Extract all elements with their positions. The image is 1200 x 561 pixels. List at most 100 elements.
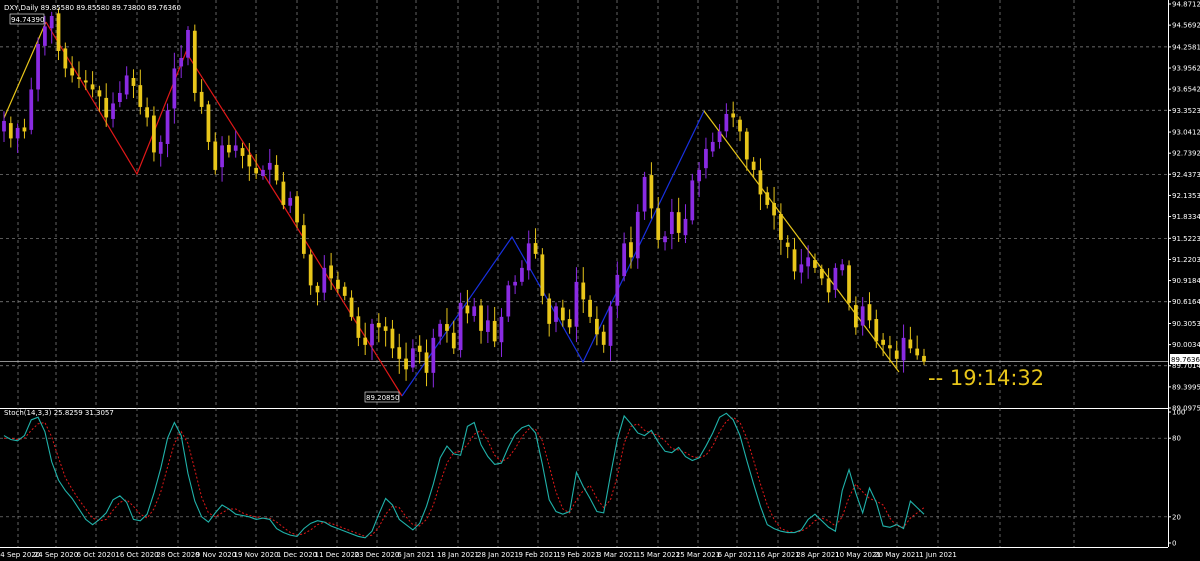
candle: [233, 130, 238, 158]
candle: [485, 305, 490, 343]
candle: [158, 135, 163, 167]
candle-body: [390, 328, 395, 349]
candle: [49, 11, 54, 44]
candle: [152, 106, 156, 162]
candle-body: [124, 75, 129, 95]
candle: [295, 191, 299, 228]
candle-body: [465, 305, 470, 314]
candle-body: [49, 15, 54, 29]
price-tick-label: 91.52230: [1172, 235, 1200, 243]
candle-body: [799, 264, 804, 273]
candle-body: [192, 30, 197, 93]
candle-body: [424, 352, 429, 373]
candle-body: [36, 43, 40, 90]
candle-body: [63, 48, 68, 69]
candle: [15, 123, 20, 153]
candle-body: [901, 337, 906, 361]
candle-body: [642, 176, 647, 212]
candle: [663, 231, 667, 251]
candle-body: [813, 260, 817, 268]
candle: [117, 81, 122, 108]
candle-body: [547, 298, 552, 324]
candle-body: [267, 162, 272, 170]
candle-body: [172, 68, 177, 109]
candle-body: [247, 154, 252, 167]
x-axis-label: 16 Oct 2020: [115, 551, 158, 559]
current-price-label: 89.76360: [1171, 356, 1200, 364]
candle-body: [581, 282, 586, 300]
candle: [479, 299, 483, 344]
candle-body: [669, 211, 674, 235]
candle-body: [676, 212, 681, 233]
candle: [111, 92, 115, 128]
candle: [342, 282, 347, 301]
candle: [138, 69, 143, 115]
x-axis-label: 6 Jan 2021: [397, 551, 435, 559]
candle: [717, 124, 722, 149]
price-tick-label: 93.04120: [1172, 129, 1200, 137]
candle-body: [206, 104, 211, 142]
candle-body: [554, 306, 558, 322]
candle: [56, 8, 61, 61]
candle-body: [227, 144, 231, 153]
stoch-tick-label: 20: [1172, 513, 1181, 521]
candle-body: [56, 13, 61, 51]
candle-body: [690, 180, 695, 221]
candle: [165, 103, 170, 158]
candle-body: [697, 169, 701, 182]
candle: [404, 342, 408, 381]
candle-body: [77, 77, 81, 79]
x-axis-label: 23 Dec 2020: [355, 551, 400, 559]
candle: [220, 136, 224, 182]
candle: [615, 261, 620, 319]
candle: [649, 162, 654, 219]
candle-body: [97, 90, 102, 97]
price-tick-label: 93.35230: [1172, 107, 1200, 115]
candle-body: [179, 57, 184, 67]
candle: [63, 42, 68, 78]
candle-body: [131, 77, 136, 86]
price-candles: [2, 8, 926, 388]
x-axis-label: 28 Oct 2020: [156, 551, 199, 559]
x-axis-label: 24 Sep 2020: [34, 551, 78, 559]
candle-body: [806, 257, 811, 267]
candle-body: [83, 80, 88, 83]
candle: [397, 333, 402, 374]
candle-body: [615, 274, 620, 306]
candle: [431, 328, 436, 388]
price-tick-label: 94.56925: [1172, 22, 1200, 30]
low-price-marker: 89.20850: [364, 391, 399, 403]
candle-body: [765, 192, 770, 205]
price-tick-label: 90.00340: [1172, 341, 1200, 349]
price-tick-label: 93.65425: [1172, 86, 1200, 94]
candle-body: [513, 281, 517, 286]
candle: [254, 153, 259, 180]
zigzag-segment-decline: [45, 21, 403, 397]
x-axis-label: 1 Jun 2021: [919, 551, 957, 559]
stoch-main-line: [3, 412, 925, 539]
candle-body: [22, 127, 27, 132]
candle-body: [383, 326, 388, 331]
candle-body: [411, 348, 415, 368]
candle-body: [417, 345, 422, 352]
candle-body: [526, 243, 531, 271]
candle-body: [860, 306, 865, 326]
x-axis-label: 19 Feb 2021: [556, 551, 600, 559]
candle: [124, 66, 129, 100]
candle-body: [608, 306, 613, 346]
price-tick-label: 90.91840: [1172, 277, 1200, 285]
stoch-tick-label: 0: [1172, 540, 1176, 548]
x-axis-label: 25 Mar 2021: [676, 551, 720, 559]
candle-body: [853, 305, 858, 328]
candle: [465, 289, 470, 324]
candle-body: [540, 254, 545, 296]
price-tick-label: 92.43730: [1172, 171, 1200, 179]
candle-body: [451, 332, 456, 349]
candle-body: [560, 307, 565, 321]
candle-body: [622, 243, 627, 277]
candle: [506, 280, 511, 323]
candle-body: [438, 323, 443, 337]
x-axis-label: 16 Apr 2021: [756, 551, 799, 559]
candle-body: [15, 127, 20, 139]
candle: [288, 191, 293, 213]
